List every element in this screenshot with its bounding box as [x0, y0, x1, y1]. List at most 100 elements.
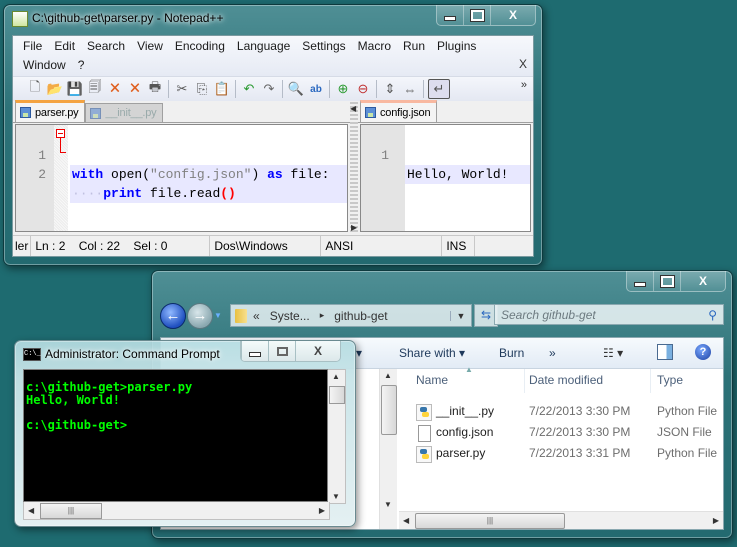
nav-pane-scrollbar[interactable]: ▲ ▼ [379, 369, 397, 529]
tab-configjson[interactable]: config.json [360, 100, 438, 122]
left-editor[interactable]: 1 with open("config.json") as file: 2 ··… [15, 124, 348, 232]
scroll-up-icon[interactable]: ▲ [332, 372, 340, 381]
menu-language[interactable]: Language [231, 39, 296, 53]
search-input[interactable]: Search github-get ⚲ [494, 304, 724, 325]
menu-view[interactable]: View [131, 39, 169, 53]
scroll-left-icon[interactable]: ◀ [28, 506, 34, 515]
back-button[interactable]: ← [160, 303, 186, 329]
new-file-icon[interactable]: 🗋 [26, 79, 44, 98]
scroll-thumb[interactable]: ||| [415, 513, 565, 529]
minimize-button[interactable] [627, 271, 653, 291]
line-number: 2 [38, 167, 46, 182]
file-name: config.json [436, 425, 494, 439]
column-header-type[interactable]: Type [657, 373, 683, 387]
minimize-button[interactable] [437, 5, 463, 25]
breadcrumb-github-get[interactable]: github-get [334, 309, 387, 323]
maximize-button[interactable] [463, 5, 490, 25]
tab-label: config.json [380, 106, 431, 119]
burn-button[interactable]: Burn [499, 346, 524, 360]
menu-run[interactable]: Run [397, 39, 431, 53]
right-editor[interactable]: 1 Hello, World! [360, 124, 531, 232]
scroll-thumb[interactable] [329, 386, 345, 404]
sync-horizontal-icon[interactable]: ⇔ [401, 80, 419, 98]
views-icon[interactable]: ☷ ▾ [603, 346, 623, 360]
file-row[interactable]: config.json 7/22/2013 3:30 PM JSON File [398, 422, 723, 442]
print-icon[interactable]: 🖶 [146, 79, 164, 98]
close-button[interactable]: X [680, 271, 725, 291]
menu-settings[interactable]: Settings [296, 39, 351, 53]
forward-button[interactable]: → [187, 303, 213, 329]
close-all-icon[interactable]: 🗙 [126, 79, 144, 98]
find-icon[interactable]: 🔍 [287, 80, 305, 98]
address-dropdown[interactable]: ▼ [450, 310, 471, 321]
breadcrumb-system[interactable]: Syste... [270, 309, 310, 323]
toolbar-separator [329, 80, 330, 98]
column-separator[interactable] [524, 369, 525, 393]
close-icon[interactable]: 🗙 [106, 79, 124, 98]
zoom-in-icon[interactable]: ⊕ [334, 80, 352, 98]
menu-help[interactable]: ? [72, 58, 91, 72]
breadcrumb-overflow[interactable]: « [253, 309, 260, 323]
file-type: Python File [657, 404, 718, 418]
scroll-right-icon[interactable]: ▶ [713, 516, 719, 525]
folder-icon [235, 308, 247, 323]
column-header-date[interactable]: Date modified [529, 373, 603, 387]
code-text: Hello, World! [405, 165, 530, 184]
preview-pane-icon[interactable] [657, 344, 673, 360]
breadcrumb-separator[interactable]: ▸ [320, 310, 325, 321]
word-wrap-icon[interactable]: ↵ [428, 79, 450, 99]
menu-search[interactable]: Search [81, 39, 131, 53]
pane-splitter[interactable]: ◀ ▶ [350, 102, 358, 234]
menu-file[interactable]: File [17, 39, 48, 53]
sync-vertical-icon[interactable]: ⇕ [381, 80, 399, 98]
tab-parserpy[interactable]: parser.py [15, 100, 86, 122]
scroll-thumb[interactable] [381, 385, 397, 435]
scroll-down-icon[interactable]: ▼ [332, 492, 340, 501]
scroll-right-icon[interactable]: ▶ [319, 506, 325, 515]
console-vscrollbar[interactable]: ▲ ▼ [328, 369, 346, 504]
status-position: Ln : 2 Col : 22 Sel : 0 [31, 236, 211, 256]
share-with-button[interactable]: Share with ▾ [399, 346, 465, 360]
toolbar-overflow-button[interactable]: » [521, 79, 527, 91]
scroll-left-icon[interactable]: ◀ [403, 516, 409, 525]
column-header-name[interactable]: Name [416, 373, 448, 387]
scroll-up-icon[interactable]: ▲ [384, 371, 392, 380]
maximize-button[interactable] [653, 271, 680, 291]
console-output[interactable]: c:\github-get>parser.py Hello, World! c:… [23, 369, 328, 502]
open-file-icon[interactable]: 📂 [46, 80, 64, 98]
close-button[interactable]: X [295, 341, 340, 361]
redo-icon[interactable]: ↷ [260, 80, 278, 98]
organize-dropdown[interactable]: ▾ [356, 346, 362, 360]
fold-collapse-icon[interactable] [56, 129, 65, 138]
save-icon[interactable]: 💾 [66, 80, 84, 98]
status-doc-type: ler [13, 236, 32, 256]
copy-icon[interactable]: ⎘ [193, 80, 211, 98]
file-row[interactable]: __init__.py 7/22/2013 3:30 PM Python File [398, 401, 723, 421]
menu-macro[interactable]: Macro [352, 39, 397, 53]
scroll-thumb[interactable]: ||| [40, 503, 102, 519]
paste-icon[interactable]: 📋 [213, 80, 231, 98]
recent-pages-dropdown[interactable]: ▼ [214, 311, 222, 320]
save-all-icon[interactable]: 🗐 [86, 79, 104, 98]
close-button[interactable]: X [490, 5, 535, 25]
undo-icon[interactable]: ↶ [240, 80, 258, 98]
menu-plugins[interactable]: Plugins [431, 39, 482, 53]
zoom-out-icon[interactable]: ⊖ [354, 80, 372, 98]
help-icon[interactable]: ? [695, 344, 711, 360]
scroll-down-icon[interactable]: ▼ [384, 500, 392, 509]
menu-edit[interactable]: Edit [48, 39, 81, 53]
menu-window[interactable]: Window [17, 58, 72, 72]
address-bar[interactable]: « Syste... ▸ github-get ▼ [230, 304, 472, 327]
maximize-button[interactable] [268, 341, 295, 361]
minimize-button[interactable] [241, 341, 268, 361]
file-row[interactable]: parser.py 7/22/2013 3:31 PM Python File [398, 443, 723, 463]
cut-icon[interactable]: ✂ [173, 80, 191, 98]
more-commands-button[interactable]: » [549, 346, 556, 360]
file-list-hscrollbar[interactable]: ◀ ||| ▶ [399, 511, 723, 529]
replace-icon[interactable]: ab [307, 80, 325, 98]
console-hscrollbar[interactable]: ◀ ||| ▶ [23, 502, 330, 520]
column-separator[interactable] [650, 369, 651, 393]
menu-encoding[interactable]: Encoding [169, 39, 231, 53]
menu-close-doc[interactable]: X [519, 57, 527, 71]
tab-initpy[interactable]: __init__.py [85, 103, 164, 122]
